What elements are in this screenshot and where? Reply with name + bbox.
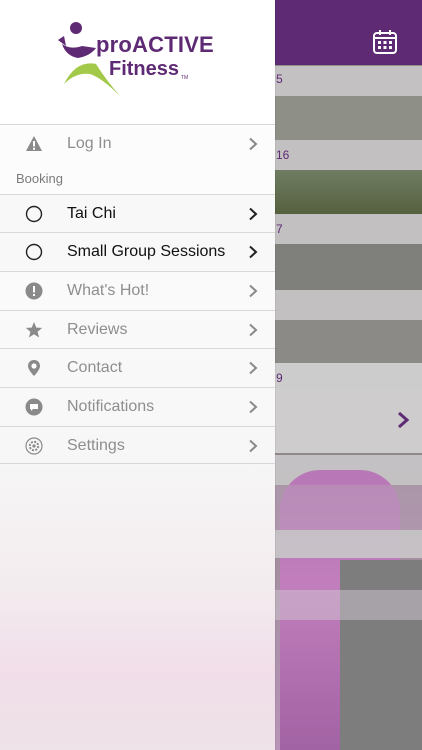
menu-item-label: What's Hot! bbox=[67, 282, 150, 299]
background-photo-road bbox=[340, 560, 422, 750]
logo-area: proACTIVE Fitness TM bbox=[0, 0, 275, 124]
menu-item-label: Settings bbox=[67, 437, 125, 454]
chevron-right-icon bbox=[249, 439, 258, 453]
menu-item-label: Small Group Sessions bbox=[67, 243, 226, 260]
menu-item-reviews[interactable]: Reviews bbox=[0, 310, 275, 348]
location-pin-icon bbox=[28, 360, 40, 376]
gear-icon bbox=[25, 437, 43, 455]
section-header-booking: Booking bbox=[16, 171, 63, 186]
menu-item-tai-chi[interactable]: Tai Chi bbox=[0, 194, 275, 232]
logo-wordmark-line1: proACTIVE bbox=[96, 32, 214, 57]
menu-divider bbox=[0, 463, 275, 464]
background-date-label: 5 bbox=[276, 72, 283, 86]
chevron-right-icon bbox=[249, 323, 258, 337]
logo-wordmark-line2: Fitness bbox=[109, 58, 180, 80]
warning-icon bbox=[26, 136, 42, 151]
menu-item-small-group-sessions[interactable]: Small Group Sessions bbox=[0, 232, 275, 270]
chevron-right-icon bbox=[249, 361, 258, 375]
chevron-right-icon bbox=[249, 137, 258, 151]
background-date-label: 16 bbox=[276, 148, 290, 162]
background-date-label: 7 bbox=[276, 222, 283, 236]
star-icon bbox=[25, 322, 43, 338]
background-date-label: 9 bbox=[276, 371, 283, 385]
chevron-right-icon bbox=[249, 245, 258, 259]
menu-item-login[interactable]: Log In bbox=[0, 124, 275, 162]
chevron-right-icon bbox=[249, 284, 258, 298]
side-drawer: proACTIVE Fitness TM Log In Booking Tai … bbox=[0, 0, 275, 750]
menu-item-label: Reviews bbox=[67, 321, 128, 338]
menu-item-label: Contact bbox=[67, 359, 123, 376]
menu-item-notifications[interactable]: Notifications bbox=[0, 387, 275, 425]
menu-item-contact[interactable]: Contact bbox=[0, 348, 275, 386]
menu-item-label: Tai Chi bbox=[67, 205, 116, 222]
exclamation-icon bbox=[25, 282, 43, 300]
chat-bubble-icon bbox=[25, 398, 43, 416]
chevron-right-icon[interactable] bbox=[396, 410, 410, 430]
logo-trademark: TM bbox=[181, 75, 189, 81]
circle-icon bbox=[25, 243, 43, 261]
calendar-icon[interactable] bbox=[372, 29, 398, 55]
menu-item-whats-hot[interactable]: What's Hot! bbox=[0, 271, 275, 309]
menu-item-label: Log In bbox=[67, 135, 112, 152]
chevron-right-icon bbox=[249, 207, 258, 221]
chevron-right-icon bbox=[249, 400, 258, 414]
menu-item-settings[interactable]: Settings bbox=[0, 426, 275, 464]
circle-icon bbox=[25, 205, 43, 223]
menu-item-label: Notifications bbox=[67, 398, 155, 415]
